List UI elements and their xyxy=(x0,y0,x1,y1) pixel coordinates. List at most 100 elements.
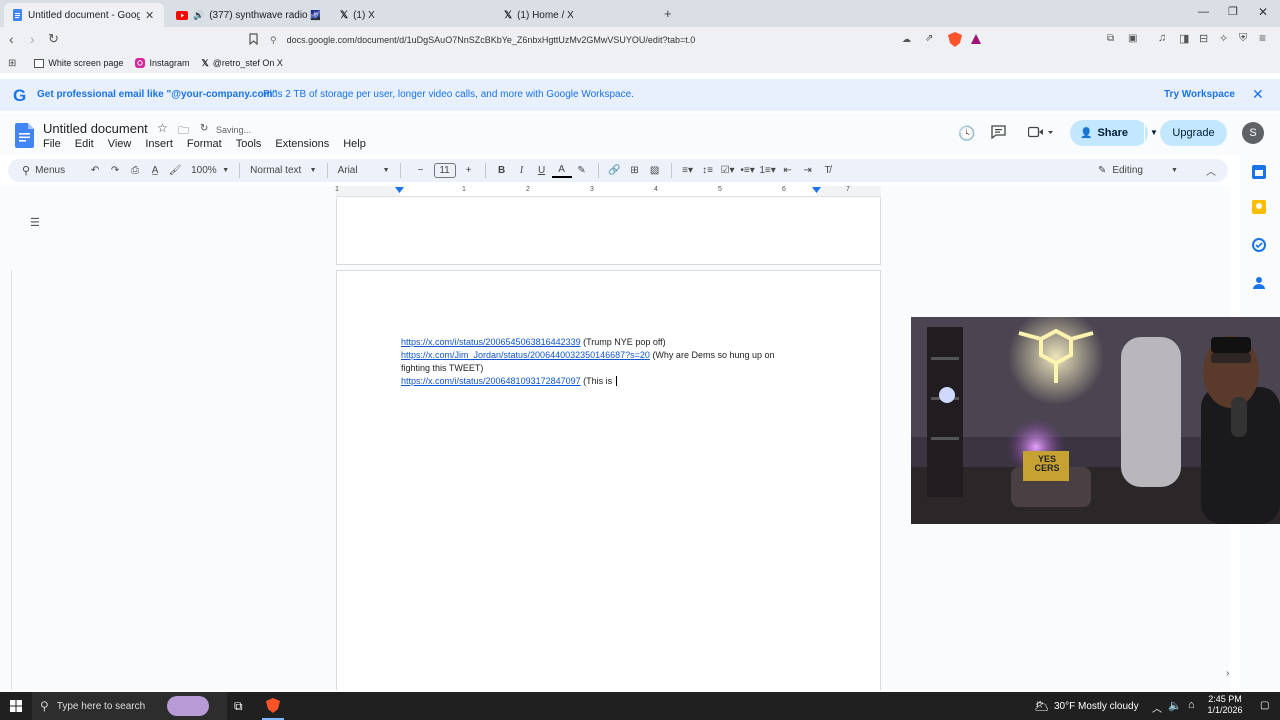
hide-menus-icon[interactable]: ︿ xyxy=(1206,163,1216,178)
tasks-icon[interactable] xyxy=(1252,238,1266,252)
try-workspace-button[interactable]: Try Workspace xyxy=(1164,89,1235,100)
apps-grid-icon[interactable]: ⊞ xyxy=(8,58,16,69)
tab-x-home[interactable]: 𝕏 (1) Home / X xyxy=(496,3,656,27)
vpn-icon[interactable]: ⛨ xyxy=(1239,32,1247,45)
menu-format[interactable]: Format xyxy=(187,138,222,150)
site-info-icon[interactable]: ⚲ xyxy=(270,35,277,46)
cast-icon[interactable]: ☁ xyxy=(902,34,911,45)
tab-google-docs[interactable]: Untitled document - Google Do ✕ xyxy=(4,3,164,27)
editing-mode-select[interactable]: ✎ Editing ▼ xyxy=(1098,159,1178,182)
document-body[interactable]: https://x.com/i/status/20065450638164423… xyxy=(401,336,821,388)
tweet-link[interactable]: https://x.com/i/status/20065450638164423… xyxy=(401,337,581,347)
redo-icon[interactable]: ↷ xyxy=(105,159,125,182)
windows-start-icon[interactable] xyxy=(10,700,22,712)
search-menus-field[interactable]: Menus xyxy=(35,165,65,176)
close-tab-icon[interactable]: ✕ xyxy=(145,9,154,22)
back-icon[interactable]: ‹ xyxy=(9,31,14,47)
bold-icon[interactable]: B xyxy=(492,159,512,182)
brave-shield-icon[interactable] xyxy=(948,32,962,47)
calendar-icon[interactable] xyxy=(1252,165,1266,179)
tweet-link[interactable]: https://x.com/i/status/20064810931728470… xyxy=(401,376,581,386)
keep-icon[interactable] xyxy=(1252,200,1266,214)
minimize-icon[interactable]: — xyxy=(1198,6,1209,18)
upgrade-button[interactable]: Upgrade xyxy=(1160,120,1227,146)
avatar[interactable]: S xyxy=(1242,122,1264,144)
contacts-icon[interactable] xyxy=(1252,275,1266,289)
link-icon[interactable]: 🔗 xyxy=(605,159,625,182)
menu-edit[interactable]: Edit xyxy=(75,138,94,150)
left-indent-marker-icon[interactable] xyxy=(395,187,404,195)
tab-youtube[interactable]: 🔊 (377) synthwave radio 🌌 beats t xyxy=(168,3,328,27)
right-indent-marker-icon[interactable] xyxy=(812,187,821,195)
clear-formatting-icon[interactable]: T̸ xyxy=(818,159,838,182)
clock[interactable]: 2:45 PM 1/1/2026 xyxy=(1205,694,1245,716)
decrease-font-size-icon[interactable]: − xyxy=(411,159,431,182)
browser-menu-icon[interactable]: ≡ xyxy=(1259,31,1266,45)
speaker-icon[interactable]: 🔈 xyxy=(1168,699,1182,712)
comments-icon[interactable] xyxy=(991,125,1006,139)
close-window-icon[interactable]: ✕ xyxy=(1258,5,1268,19)
page-1[interactable] xyxy=(336,198,881,265)
add-comment-icon[interactable]: ⊞ xyxy=(625,159,645,182)
share-dropdown-icon[interactable]: ▼ xyxy=(1144,120,1158,146)
restore-icon[interactable]: ❐ xyxy=(1228,5,1238,18)
tweet-link[interactable]: https://x.com/Jim_Jordan/status/20064400… xyxy=(401,350,650,360)
url-field[interactable]: ⚲ docs.google.com/document/d/1uDgSAuO7Nn… xyxy=(270,30,990,50)
share-button[interactable]: 👤 Share ▼ xyxy=(1070,120,1158,146)
new-tab-icon[interactable]: + xyxy=(664,6,672,21)
docs-logo-icon[interactable] xyxy=(15,123,34,148)
menu-insert[interactable]: Insert xyxy=(145,138,173,150)
highlight-icon[interactable]: ✎ xyxy=(572,159,592,182)
version-history-icon[interactable]: 🕓 xyxy=(958,125,975,142)
menu-extensions[interactable]: Extensions xyxy=(275,138,329,150)
network-icon[interactable]: ⌂ xyxy=(1188,699,1195,711)
decrease-indent-icon[interactable]: ⇤ xyxy=(778,159,798,182)
brave-taskbar-icon[interactable] xyxy=(266,698,280,713)
bookmark-retro-stef[interactable]: 𝕏 @retro_stef On X xyxy=(201,58,282,69)
share-page-icon[interactable]: ⇗ xyxy=(925,33,933,44)
increase-indent-icon[interactable]: ⇥ xyxy=(798,159,818,182)
style-select[interactable]: Normal text ▼ xyxy=(250,159,316,182)
print-icon[interactable]: ⎙ xyxy=(125,159,145,182)
meet-icon[interactable] xyxy=(1028,126,1054,138)
checklist-icon[interactable]: ☑▾ xyxy=(718,159,738,182)
search-menus-icon[interactable]: ⚲ xyxy=(22,164,30,177)
bookmark-icon[interactable] xyxy=(249,33,258,45)
star-icon[interactable]: ☆ xyxy=(157,121,168,135)
bookmark-instagram[interactable]: Instagram xyxy=(135,58,189,68)
weather-icon[interactable]: 🌥 xyxy=(1034,699,1049,713)
notifications-icon[interactable]: ▢ xyxy=(1260,700,1269,711)
reload-icon[interactable]: ↻ xyxy=(48,31,59,47)
spellcheck-icon[interactable]: A̲ xyxy=(145,159,165,182)
bookmark-white-screen[interactable]: White screen page xyxy=(34,58,123,68)
close-banner-icon[interactable]: ✕ xyxy=(1252,86,1264,103)
line-spacing-icon[interactable]: ↕≡ xyxy=(698,159,718,182)
weather-text[interactable]: 30°F Mostly cloudy xyxy=(1054,701,1139,712)
expand-side-panel-icon[interactable]: › xyxy=(1226,668,1229,679)
task-view-icon[interactable]: ⧉ xyxy=(234,699,243,714)
numbered-list-icon[interactable]: 1≡▾ xyxy=(758,159,778,182)
zoom-select[interactable]: 100% ▼ xyxy=(191,159,229,182)
brave-rewards-icon[interactable] xyxy=(970,33,982,45)
leo-ai-icon[interactable]: ✧ xyxy=(1219,32,1228,45)
menu-file[interactable]: File xyxy=(43,138,61,150)
media-icon[interactable]: ♫ xyxy=(1158,32,1166,44)
document-outline-icon[interactable]: ☰ xyxy=(30,216,40,229)
tab-x[interactable]: 𝕏 (1) X xyxy=(332,3,492,27)
insert-image-icon[interactable]: ▨ xyxy=(645,159,665,182)
menu-help[interactable]: Help xyxy=(343,138,366,150)
page-2[interactable]: https://x.com/i/status/20065450638164423… xyxy=(336,270,881,690)
menu-tools[interactable]: Tools xyxy=(236,138,262,150)
forward-icon[interactable]: › xyxy=(30,31,35,47)
font-size-input[interactable]: 11 xyxy=(433,163,456,178)
font-select[interactable]: Arial ▼ xyxy=(338,159,390,182)
text-color-icon[interactable]: A xyxy=(551,164,572,178)
taskbar-search[interactable]: ⚲ Type here to search xyxy=(32,692,227,720)
extensions-icon[interactable]: ⧉ xyxy=(1107,33,1114,44)
menu-view[interactable]: View xyxy=(108,138,132,150)
italic-icon[interactable]: I xyxy=(512,159,532,182)
document-title[interactable]: Untitled document xyxy=(43,121,148,136)
wallet-icon[interactable]: ▣ xyxy=(1128,33,1137,44)
bulleted-list-icon[interactable]: •≡▾ xyxy=(738,159,758,182)
increase-font-size-icon[interactable]: + xyxy=(459,159,479,182)
